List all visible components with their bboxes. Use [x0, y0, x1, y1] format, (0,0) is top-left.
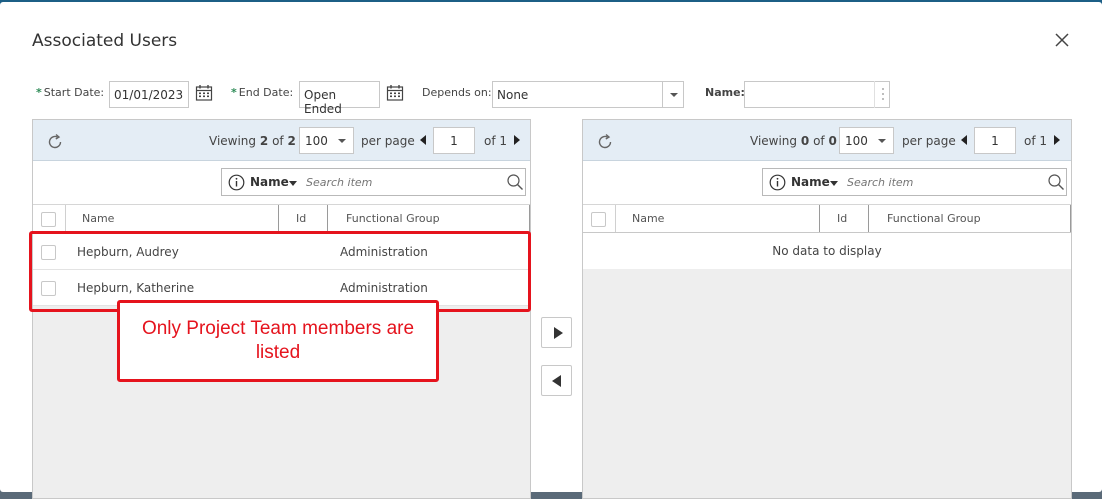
depends-on-label: Depends on:: [422, 86, 492, 99]
arrow-left-icon: [552, 375, 561, 387]
per-page-value: 100: [305, 134, 328, 148]
row-name: Hepburn, Katherine: [77, 281, 195, 295]
close-icon[interactable]: [1052, 30, 1072, 50]
column-divider[interactable]: [529, 205, 530, 232]
column-header-name[interactable]: Name: [632, 212, 664, 225]
right-search-row: Name: [583, 161, 1071, 205]
empty-state-message: No data to display: [583, 233, 1071, 269]
depends-on-value: None: [497, 88, 529, 102]
chevron-down-icon[interactable]: [662, 81, 684, 108]
row-checkbox[interactable]: [41, 281, 56, 296]
right-toolbar: Viewing 0 of 0 100 per page 1 of 1: [583, 120, 1071, 161]
start-date-label: * Start Date:: [36, 86, 104, 99]
end-date-field[interactable]: Open Ended: [299, 81, 380, 116]
column-divider[interactable]: [819, 205, 820, 232]
annotation-callout: Only Project Team members are listed: [117, 300, 439, 382]
name-filter-label: Name:: [705, 86, 745, 99]
select-all-checkbox[interactable]: [591, 212, 606, 227]
column-divider: [615, 205, 616, 232]
left-search-input[interactable]: [304, 172, 494, 192]
search-field-selector[interactable]: Name: [791, 175, 830, 189]
column-header-functional-group[interactable]: Functional Group: [887, 212, 981, 225]
name-filter-field[interactable]: [744, 81, 890, 108]
row-name: Hepburn, Audrey: [77, 245, 179, 259]
calendar-icon[interactable]: [386, 84, 404, 102]
total-pages: of 1: [1024, 134, 1048, 148]
right-table-header: Name Id Functional Group: [583, 205, 1071, 233]
table-row[interactable]: Hepburn, Audrey Administration: [33, 234, 530, 270]
column-header-name[interactable]: Name: [82, 212, 114, 225]
viewing-count: Viewing 2 of 2: [209, 134, 296, 148]
per-page-value: 100: [845, 134, 868, 148]
left-search-box: Name: [221, 168, 526, 196]
select-all-checkbox[interactable]: [41, 212, 56, 227]
caret-down-icon[interactable]: [830, 181, 838, 186]
associated-users-dialog: Associated Users * Start Date: 01/01/2023…: [0, 2, 1102, 499]
search-icon[interactable]: [506, 173, 524, 191]
dialog-title: Associated Users: [32, 31, 178, 51]
row-functional-group: Administration: [340, 245, 428, 259]
more-options-icon[interactable]: [874, 81, 890, 108]
total-pages: of 1: [484, 134, 508, 148]
right-search-input[interactable]: [845, 172, 1035, 192]
start-date-label-text: Start Date:: [43, 86, 105, 99]
info-icon[interactable]: [769, 174, 786, 191]
column-divider[interactable]: [1070, 205, 1071, 232]
arrow-right-icon: [554, 327, 563, 339]
column-header-functional-group[interactable]: Functional Group: [346, 212, 440, 225]
required-marker: *: [231, 86, 237, 99]
start-date-field[interactable]: 01/01/2023: [109, 81, 189, 108]
per-page-label: per page: [361, 134, 415, 148]
previous-page-icon[interactable]: [961, 135, 967, 145]
column-divider[interactable]: [278, 205, 279, 232]
column-header-id[interactable]: Id: [837, 212, 847, 225]
search-field-selector[interactable]: Name: [250, 175, 289, 189]
depends-on-select[interactable]: None: [492, 81, 684, 108]
next-page-icon[interactable]: [514, 135, 520, 145]
column-divider: [65, 205, 66, 232]
viewing-count: Viewing 0 of 0: [750, 134, 837, 148]
left-table-header: Name Id Functional Group: [33, 205, 530, 233]
move-right-button[interactable]: [541, 317, 572, 348]
refresh-icon[interactable]: [45, 132, 65, 152]
per-page-select[interactable]: 100: [299, 127, 354, 154]
row-checkbox[interactable]: [41, 245, 56, 260]
column-divider[interactable]: [868, 205, 869, 232]
previous-page-icon[interactable]: [420, 135, 426, 145]
left-search-row: Name: [33, 161, 530, 205]
per-page-select[interactable]: 100: [839, 127, 894, 154]
end-date-label-text: End Date:: [238, 86, 294, 99]
page-number-input[interactable]: 1: [433, 127, 475, 154]
column-header-id[interactable]: Id: [296, 212, 306, 225]
page-number-input[interactable]: 1: [974, 127, 1016, 154]
next-page-icon[interactable]: [1054, 135, 1060, 145]
associated-users-panel: Viewing 0 of 0 100 per page 1 of 1 Name: [582, 119, 1072, 499]
calendar-icon[interactable]: [195, 84, 213, 102]
move-left-button[interactable]: [541, 365, 572, 396]
right-search-box: Name: [762, 168, 1067, 196]
end-date-label: * End Date:: [231, 86, 293, 99]
left-toolbar: Viewing 2 of 2 100 per page 1 of 1: [33, 120, 530, 161]
required-marker: *: [36, 86, 42, 99]
per-page-label: per page: [902, 134, 956, 148]
caret-down-icon[interactable]: [289, 181, 297, 186]
column-divider[interactable]: [327, 205, 328, 232]
row-functional-group: Administration: [340, 281, 428, 295]
info-icon[interactable]: [228, 174, 245, 191]
search-icon[interactable]: [1047, 173, 1065, 191]
refresh-icon[interactable]: [595, 132, 615, 152]
